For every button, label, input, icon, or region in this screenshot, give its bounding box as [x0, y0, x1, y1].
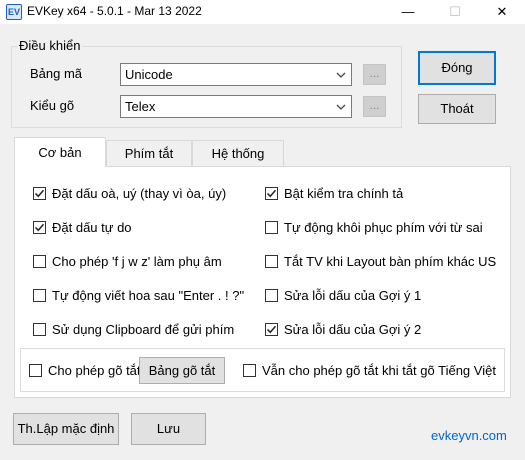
website-link[interactable]: evkeyvn.com	[431, 428, 507, 443]
option-label: Vẫn cho phép gõ tắt khi tắt gõ Tiếng Việ…	[262, 363, 496, 378]
option-label: Tự động viết hoa sau "Enter . ! ?"	[52, 288, 245, 303]
option-label: Sửa lỗi dấu của Gợi ý 1	[284, 288, 422, 303]
reset-default-button[interactable]: Th.Lập mặc định	[13, 413, 119, 445]
charset-more-button[interactable]: ...	[363, 64, 386, 85]
close-app-button[interactable]: Đóng	[418, 51, 496, 85]
option-label: Sử dụng Clipboard để gửi phím	[52, 322, 235, 337]
tab-shortcuts[interactable]: Phím tắt	[106, 140, 192, 166]
close-button[interactable]: ✕	[479, 0, 525, 24]
option-shortcut-when-off[interactable]: Vẫn cho phép gõ tắt khi tắt gõ Tiếng Việ…	[243, 363, 496, 378]
option-allow-shortcut[interactable]: Cho phép gõ tắt	[29, 363, 141, 378]
option-spell-check[interactable]: Bật kiểm tra chính tả	[265, 186, 403, 201]
option-label: Tự động khôi phục phím với từ sai	[284, 220, 483, 235]
tab-system[interactable]: Hệ thống	[192, 140, 284, 166]
option-auto-restore[interactable]: Tự động khôi phục phím với từ sai	[265, 220, 483, 235]
option-fix-suggest-1[interactable]: Sửa lỗi dấu của Gợi ý 1	[265, 288, 421, 303]
checkbox[interactable]	[265, 289, 278, 302]
option-label: Cho phép gõ tắt	[48, 363, 141, 378]
option-allow-fjwz[interactable]: Cho phép 'f j w z' làm phụ âm	[33, 254, 222, 269]
checkbox[interactable]	[265, 187, 278, 200]
checkbox[interactable]	[33, 187, 46, 200]
ev-icon: EV	[6, 4, 22, 20]
chevron-down-icon	[336, 72, 346, 78]
checkbox[interactable]	[265, 221, 278, 234]
check-icon	[266, 325, 277, 334]
checkbox[interactable]	[33, 221, 46, 234]
option-label: Sửa lỗi dấu của Gợi ý 2	[284, 322, 422, 337]
option-label: Bật kiểm tra chính tả	[284, 186, 404, 201]
option-label: Đặt dấu oà, uý (thay vì òa, úy)	[52, 186, 227, 201]
save-button[interactable]: Lưu	[131, 413, 206, 445]
option-label: Tắt TV khi Layout bàn phím khác US	[284, 254, 497, 269]
chevron-down-icon	[336, 104, 346, 110]
charset-select[interactable]: Unicode	[120, 63, 352, 86]
option-free-mark[interactable]: Đặt dấu tự do	[33, 220, 132, 235]
check-icon	[34, 223, 45, 232]
option-use-clipboard[interactable]: Sử dụng Clipboard để gửi phím	[33, 322, 234, 337]
controls-legend: Điều khiển	[17, 38, 83, 53]
charset-value: Unicode	[125, 67, 173, 82]
shortcut-table-button[interactable]: Bảng gõ tắt	[139, 357, 225, 384]
option-fix-suggest-2[interactable]: Sửa lỗi dấu của Gợi ý 2	[265, 322, 421, 337]
method-label: Kiểu gõ	[30, 98, 75, 113]
method-value: Telex	[125, 99, 156, 114]
option-label: Cho phép 'f j w z' làm phụ âm	[52, 254, 222, 269]
method-more-button[interactable]: ...	[363, 96, 386, 117]
checkbox[interactable]	[265, 255, 278, 268]
charset-label: Bảng mã	[30, 66, 83, 81]
checkbox[interactable]	[29, 364, 42, 377]
option-disable-non-us[interactable]: Tắt TV khi Layout bàn phím khác US	[265, 254, 496, 269]
check-icon	[266, 189, 277, 198]
tab-basic[interactable]: Cơ bản	[14, 137, 106, 167]
check-icon	[34, 189, 45, 198]
checkbox[interactable]	[243, 364, 256, 377]
option-label: Đặt dấu tự do	[52, 220, 132, 235]
maximize-button[interactable]: ☐	[432, 0, 478, 24]
method-select[interactable]: Telex	[120, 95, 352, 118]
minimize-button[interactable]: —	[385, 0, 431, 24]
checkbox[interactable]	[33, 323, 46, 336]
exit-button[interactable]: Thoát	[418, 94, 496, 124]
option-auto-capitalize[interactable]: Tự động viết hoa sau "Enter . ! ?"	[33, 288, 244, 303]
checkbox[interactable]	[33, 255, 46, 268]
checkbox[interactable]	[265, 323, 278, 336]
checkbox[interactable]	[33, 289, 46, 302]
option-place-mark-oa[interactable]: Đặt dấu oà, uý (thay vì òa, úy)	[33, 186, 226, 201]
window-title: EVKey x64 - 5.0.1 - Mar 13 2022	[27, 4, 202, 18]
